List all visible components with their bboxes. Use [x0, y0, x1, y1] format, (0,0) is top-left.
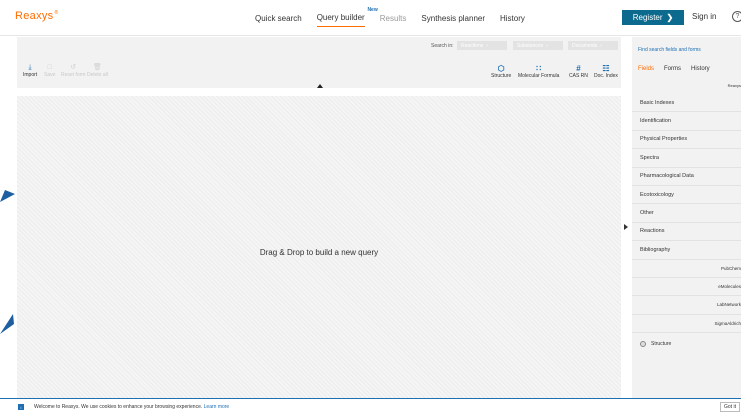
- import-label: Import: [23, 72, 38, 78]
- doc-index-icon: ☷: [602, 64, 610, 73]
- collapse-toolbar-caret-icon[interactable]: [317, 84, 323, 88]
- field-spectra[interactable]: Spectra: [632, 149, 741, 168]
- panel-tabs: Fields Forms History: [638, 66, 710, 72]
- nav-query-builder-label: Query builder: [316, 13, 365, 22]
- scope-documents-button[interactable]: Documents ›: [568, 41, 618, 50]
- import-icon: ⤓: [28, 64, 32, 71]
- reset-icon: ↺: [70, 64, 77, 71]
- structure-field-item[interactable]: Structure: [632, 333, 741, 355]
- new-badge: New: [367, 7, 378, 13]
- nav-quick-search[interactable]: Quick search: [255, 10, 302, 27]
- scope-reactions-button[interactable]: Reactions ›: [457, 41, 507, 50]
- nav-query-builder[interactable]: Query builder New: [316, 7, 378, 27]
- scope-substances-label: Substances: [517, 42, 544, 49]
- drop-placeholder-text: Drag & Drop to build a new query: [259, 248, 379, 257]
- main-nav: Quick search Query builder New Results S…: [255, 0, 540, 36]
- field-basic-indexes[interactable]: Basic Indexes: [632, 94, 741, 113]
- molecular-formula-icon: ∷: [536, 64, 542, 73]
- cookie-message-text: Welcome to Reaxys. We use cookies to enh…: [34, 404, 203, 410]
- source-reaxys-label: Reaxys: [727, 83, 741, 88]
- hash-icon: #: [576, 64, 581, 73]
- nav-synthesis-planner[interactable]: Synthesis planner: [421, 10, 485, 27]
- structure-field-label: Structure: [651, 341, 672, 348]
- nav-history[interactable]: History: [500, 10, 525, 27]
- structure-tool-label: Structure: [491, 73, 512, 79]
- scope-reactions-label: Reactions: [461, 42, 484, 49]
- sign-in-link[interactable]: Sign in: [692, 12, 716, 21]
- reaxys-logo[interactable]: Reaxys®: [15, 10, 58, 22]
- tab-history[interactable]: History: [691, 66, 710, 72]
- chevron-right-icon: ›: [546, 42, 548, 49]
- field-physical-properties[interactable]: Physical Properties: [632, 131, 741, 150]
- got-it-button[interactable]: Got it: [720, 402, 740, 412]
- register-button[interactable]: Register ❯: [622, 10, 684, 25]
- field-reactions[interactable]: Reactions: [632, 223, 741, 242]
- fields-list: Basic Indexes Identification Physical Pr…: [632, 94, 741, 355]
- structure-circle-icon: [640, 341, 646, 348]
- field-bibliography[interactable]: Bibliography: [632, 241, 741, 260]
- query-builder-toolbar: Search in: Reactions › Substances › Docume…: [17, 37, 621, 88]
- structure-icon: ⬡: [497, 64, 505, 73]
- doc-index-label: Doc. Index: [594, 73, 618, 79]
- info-icon: i: [18, 404, 24, 410]
- register-label: Register: [632, 13, 663, 22]
- delete-icon: 🗑: [92, 64, 102, 71]
- reset-form-button[interactable]: ↺ Reset form: [61, 64, 85, 78]
- fields-panel: Find search fields and forms Fields Form…: [632, 37, 741, 398]
- doc-index-tool-button[interactable]: ☷ Doc. Index: [594, 64, 618, 79]
- save-button[interactable]: □ Save: [44, 64, 55, 78]
- molecular-formula-tool-button[interactable]: ∷ Molecular Formula: [518, 64, 559, 79]
- top-navigation: Reaxys® Quick search Query builder New R…: [0, 0, 741, 36]
- chevron-right-icon: ›: [600, 42, 602, 49]
- logo-trademark: ®: [54, 10, 59, 16]
- field-other[interactable]: Other: [632, 204, 741, 223]
- find-fields-link[interactable]: Find search fields and forms: [638, 47, 701, 53]
- learn-more-link[interactable]: Learn more: [204, 404, 230, 410]
- edge-arrow-lower: [0, 314, 14, 334]
- source-labnetwork[interactable]: LabNetwork: [632, 296, 741, 315]
- save-icon: □: [47, 64, 52, 71]
- logo-text[interactable]: Reaxys: [15, 10, 53, 22]
- cookie-banner: i Welcome to Reaxys. We use cookies to e…: [0, 398, 741, 413]
- nav-results[interactable]: Results: [380, 10, 407, 27]
- scope-documents-label: Documents: [572, 42, 598, 49]
- structure-tool-button[interactable]: ⬡ Structure: [491, 64, 511, 79]
- cas-rn-label: CAS RN: [569, 73, 588, 79]
- expand-panel-arrow-icon[interactable]: [624, 224, 628, 230]
- help-icon[interactable]: ?: [732, 11, 741, 22]
- source-sigmaaldrich[interactable]: SigmaAldrich: [632, 315, 741, 334]
- cookie-message: Welcome to Reaxys. We use cookies to enh…: [34, 404, 229, 410]
- source-pubchem[interactable]: PubChem: [632, 260, 741, 278]
- tab-fields[interactable]: Fields: [638, 66, 654, 72]
- reset-form-label: Reset form: [61, 72, 86, 78]
- molecular-formula-label: Molecular Formula: [518, 73, 560, 79]
- tab-forms[interactable]: Forms: [664, 66, 681, 72]
- search-in-label: Search in:: [431, 43, 454, 49]
- field-ecotoxicology[interactable]: Ecotoxicology: [632, 186, 741, 205]
- source-emolecules[interactable]: eMolecules: [632, 278, 741, 297]
- chevron-right-icon: ›: [486, 42, 488, 49]
- query-canvas[interactable]: Drag & Drop to build a new query: [17, 96, 621, 398]
- edge-arrow-upper: [0, 190, 15, 202]
- delete-all-button[interactable]: 🗑 Delete all: [87, 64, 108, 78]
- chevron-right-icon: ❯: [666, 13, 674, 22]
- save-label: Save: [44, 72, 56, 78]
- field-pharmacological-data[interactable]: Pharmacological Data: [632, 168, 741, 186]
- delete-all-label: Delete all: [87, 72, 108, 78]
- import-button[interactable]: ⤓ Import: [23, 64, 37, 78]
- field-identification[interactable]: Identification: [632, 112, 741, 131]
- edge-decoration-arrows: [0, 190, 15, 334]
- cas-rn-tool-button[interactable]: # CAS RN: [569, 64, 588, 79]
- scope-substances-button[interactable]: Substances ›: [513, 41, 563, 50]
